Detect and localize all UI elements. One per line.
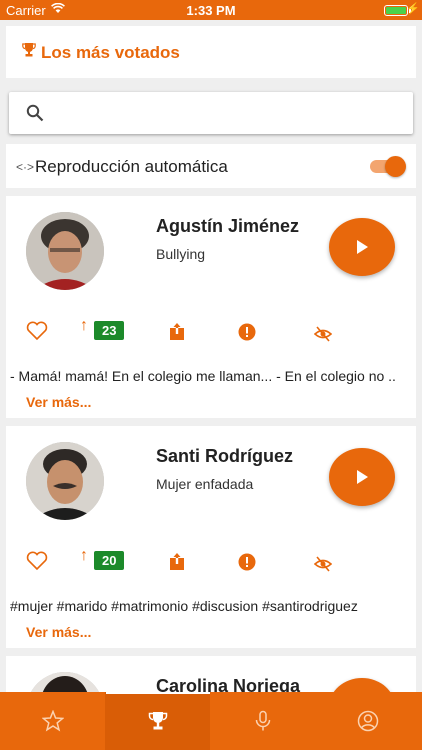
report-icon[interactable] <box>238 551 256 573</box>
tab-bar <box>0 692 422 750</box>
read-more-link[interactable]: Ver más... <box>26 624 91 640</box>
toggle-knob <box>385 156 406 177</box>
autoplay-label: Reproducción automática <box>35 157 228 176</box>
charging-icon: ⚡ <box>406 3 420 15</box>
tab-top-rated[interactable] <box>105 692 210 750</box>
autoplay-toggle[interactable] <box>368 155 406 177</box>
autoplay-row: <·> Reproducción automática <box>6 144 416 188</box>
heart-icon[interactable] <box>26 550 48 572</box>
clock: 1:33 PM <box>186 3 236 18</box>
share-icon[interactable] <box>169 551 185 573</box>
comedian-name: Santi Rodríguez <box>156 446 294 466</box>
upvote-icon[interactable]: ↑ <box>80 547 88 565</box>
profile-icon <box>357 710 379 732</box>
active-tab-indicator <box>106 692 210 694</box>
code-arrows-icon: <·> <box>16 160 35 174</box>
joke-card[interactable]: Agustín Jiménez Bullying ↑ 23 - Mamá! ma… <box>6 196 416 418</box>
heart-icon[interactable] <box>26 320 48 342</box>
microphone-icon <box>255 710 271 731</box>
vote-count: 20 <box>94 551 125 570</box>
joke-title: Bullying <box>156 246 206 262</box>
trophy-icon <box>22 43 36 57</box>
comedian-name: Agustín Jiménez <box>156 216 300 236</box>
search-bar[interactable] <box>9 92 413 134</box>
joke-title: Mujer enfadada <box>156 476 254 492</box>
hide-icon[interactable] <box>314 323 332 345</box>
share-icon[interactable] <box>169 321 185 343</box>
joke-card[interactable]: Santi Rodríguez Mujer enfadada ↑ 20 #muj… <box>6 426 416 648</box>
avatar <box>26 212 104 290</box>
action-bar: ↑ 20 <box>6 547 416 575</box>
joke-description: - Mamá! mamá! En el colegio me llaman...… <box>10 368 396 384</box>
battery-icon <box>384 5 408 16</box>
read-more-link[interactable]: Ver más... <box>26 394 91 410</box>
report-icon[interactable] <box>238 321 256 343</box>
avatar <box>26 442 104 520</box>
hide-icon[interactable] <box>314 553 332 575</box>
play-icon <box>357 240 368 254</box>
tab-record[interactable] <box>210 692 315 750</box>
play-button[interactable] <box>329 448 395 506</box>
joke-description: #mujer #marido #matrimonio #discusion #s… <box>10 598 358 614</box>
upvote-icon[interactable]: ↑ <box>80 317 88 335</box>
tab-favorites[interactable] <box>0 692 105 750</box>
search-input[interactable] <box>57 100 397 126</box>
trophy-icon <box>148 712 168 730</box>
star-icon <box>42 710 64 732</box>
play-button[interactable] <box>329 218 395 276</box>
page-header: Los más votados <box>6 26 416 78</box>
tab-profile[interactable] <box>315 692 420 750</box>
search-icon <box>26 104 44 122</box>
page-title: Los más votados <box>41 43 180 62</box>
status-bar: Carrier 1:33 PM ⚡ <box>0 0 422 20</box>
vote-count: 23 <box>94 321 125 340</box>
joke-card[interactable]: Carolina Noriega <box>6 656 416 696</box>
action-bar: ↑ 23 <box>6 317 416 345</box>
play-icon <box>357 470 368 484</box>
